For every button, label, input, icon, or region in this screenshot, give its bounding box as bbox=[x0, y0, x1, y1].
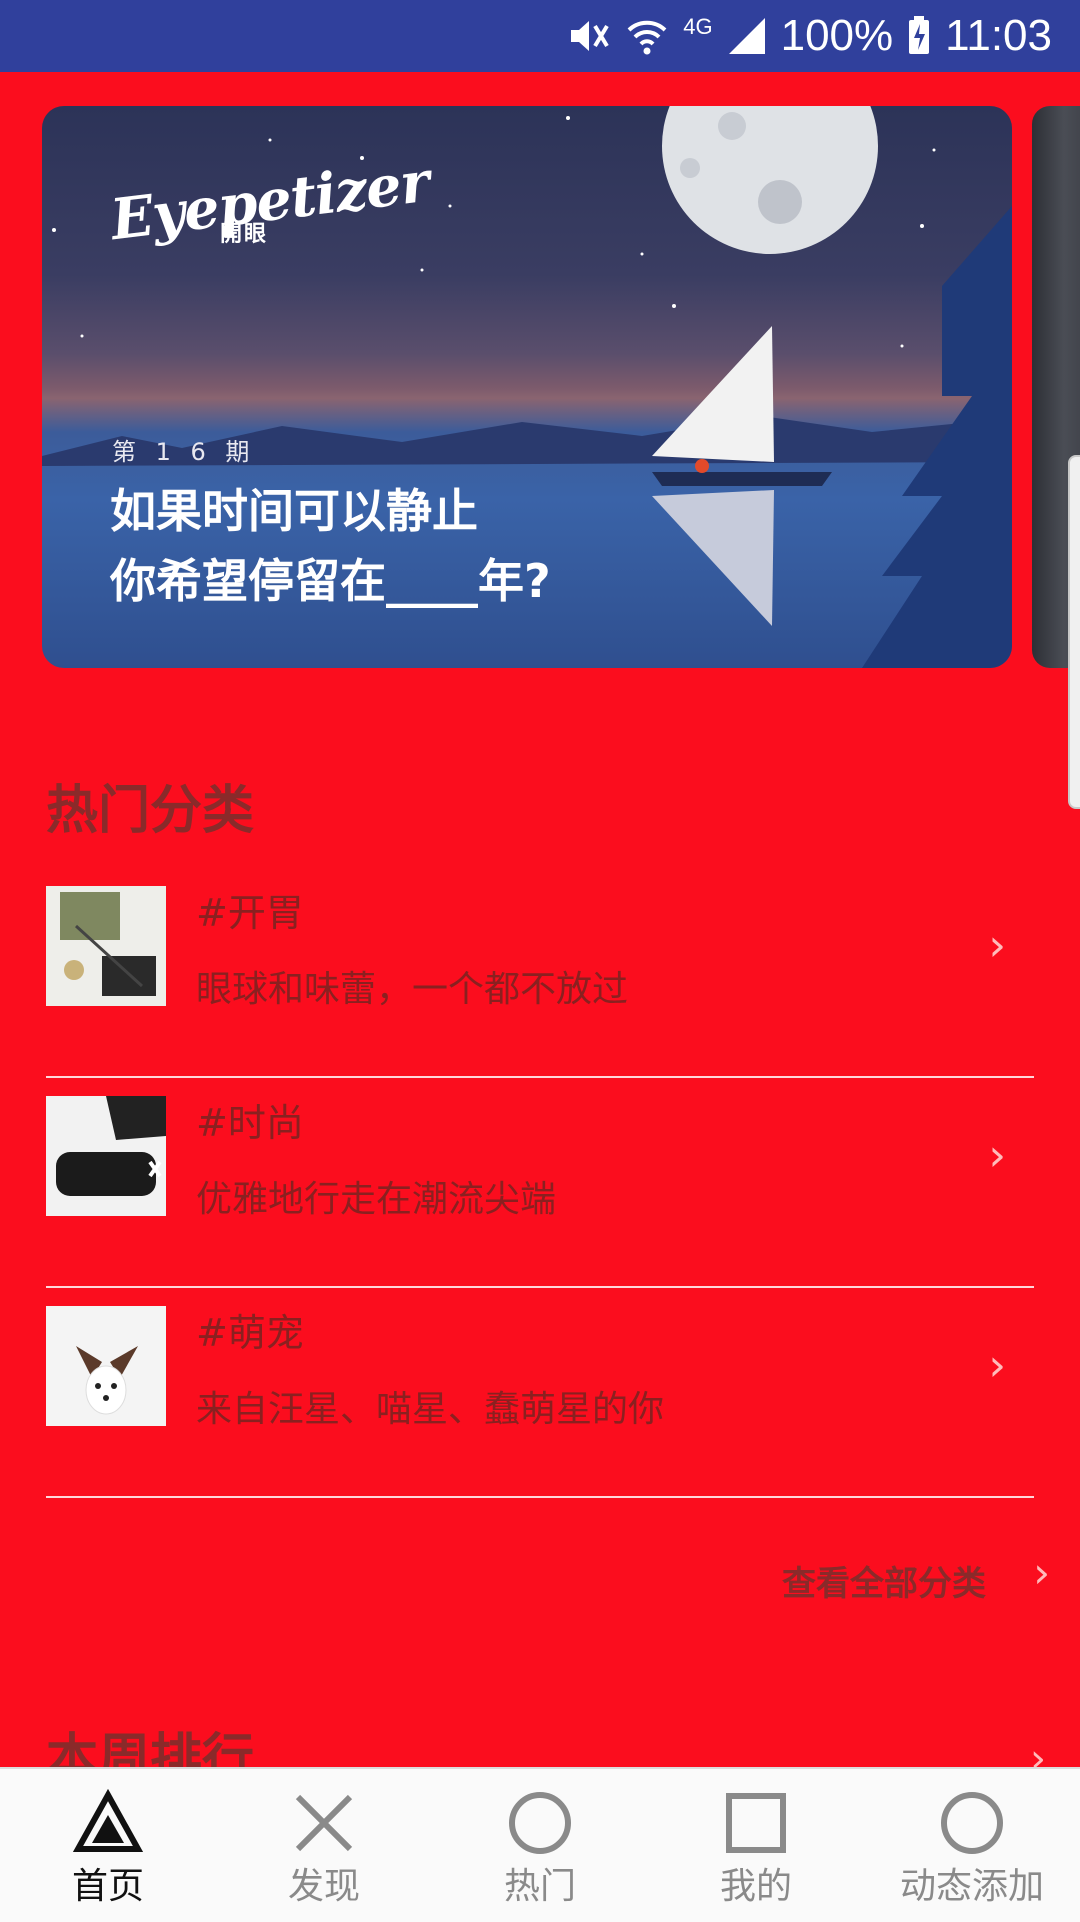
status-bar: 4G 100% 11:03 bbox=[0, 0, 1080, 72]
featured-banner[interactable]: Eyepetizer 開眼 第 1 6 期 如果时间可以静止 你希望停留在___… bbox=[42, 106, 1012, 668]
banner-title-line2: 你希望停留在____年? bbox=[110, 554, 551, 608]
nav-label-discover: 发现 bbox=[287, 1866, 360, 1907]
category-desc: 优雅地行走在潮流尖端 bbox=[196, 1179, 557, 1220]
category-name: #萌宠 bbox=[196, 1311, 304, 1355]
battery-percent: 100% bbox=[780, 11, 894, 60]
category-row[interactable]: #开胃 眼球和味蕾，一个都不放过 › bbox=[46, 868, 1034, 1078]
status-icons: 4G 100% 11:03 bbox=[567, 0, 1052, 72]
close-x-icon bbox=[295, 1794, 353, 1852]
pet-image bbox=[46, 1306, 166, 1426]
eyepetizer-logo-sub: 開眼 bbox=[220, 222, 269, 247]
chevron-right-icon: › bbox=[988, 1340, 1006, 1391]
edge-scroll-handle[interactable] bbox=[1068, 455, 1080, 809]
nav-item-discover[interactable]: 发现 bbox=[216, 1769, 432, 1922]
nav-label-mine: 我的 bbox=[719, 1866, 792, 1907]
chevron-right-icon: › bbox=[988, 920, 1006, 971]
food-image bbox=[46, 886, 166, 1006]
nav-label-dynamic-add: 动态添加 bbox=[899, 1866, 1044, 1907]
category-thumbnail bbox=[46, 1096, 166, 1216]
network-type: 4G bbox=[683, 14, 713, 39]
banner-issue: 第 1 6 期 bbox=[112, 438, 256, 466]
category-desc: 眼球和味蕾，一个都不放过 bbox=[196, 969, 629, 1010]
category-name: #时尚 bbox=[196, 1101, 304, 1145]
chevron-right-icon[interactable]: › bbox=[1033, 1548, 1050, 1597]
nav-label-hot: 热门 bbox=[503, 1866, 576, 1907]
circle-icon bbox=[509, 1792, 571, 1854]
nav-label-home: 首页 bbox=[71, 1866, 144, 1907]
category-desc: 来自汪星、喵星、蠢萌星的你 bbox=[196, 1389, 665, 1430]
hot-categories-title: 热门分类 bbox=[46, 781, 255, 841]
category-row[interactable]: #时尚 优雅地行走在潮流尖端 › bbox=[46, 1078, 1034, 1288]
nav-item-hot[interactable]: 热门 bbox=[432, 1769, 648, 1922]
category-row[interactable]: #萌宠 来自汪星、喵星、蠢萌星的你 › bbox=[46, 1288, 1034, 1498]
nav-item-home[interactable]: 首页 bbox=[0, 1769, 216, 1922]
circle-icon bbox=[941, 1792, 1003, 1854]
wifi-icon bbox=[627, 20, 667, 55]
nav-item-mine[interactable]: 我的 bbox=[648, 1769, 864, 1922]
category-thumbnail bbox=[46, 886, 166, 1006]
banner-title-line1: 如果时间可以静止 bbox=[110, 484, 478, 538]
category-name: #开胃 bbox=[196, 891, 304, 935]
battery-charging-icon bbox=[909, 16, 930, 54]
clock: 11:03 bbox=[945, 11, 1052, 60]
bottom-navigation: 首页 发现 热门 我的 动态添加 bbox=[0, 1767, 1080, 1922]
divider bbox=[46, 1496, 1034, 1498]
square-icon bbox=[726, 1793, 786, 1853]
view-all-categories-link[interactable]: 查看全部分类 bbox=[782, 1556, 986, 1605]
nav-item-dynamic-add[interactable]: 动态添加 bbox=[864, 1769, 1080, 1922]
banner-title: 如果时间可以静止 你希望停留在____年? bbox=[110, 476, 670, 616]
triangle-icon bbox=[72, 1788, 144, 1852]
chevron-right-icon: › bbox=[988, 1130, 1006, 1181]
category-thumbnail bbox=[46, 1306, 166, 1426]
signal-icon bbox=[728, 18, 765, 54]
fashion-image bbox=[46, 1096, 166, 1216]
mute-icon bbox=[571, 21, 609, 51]
